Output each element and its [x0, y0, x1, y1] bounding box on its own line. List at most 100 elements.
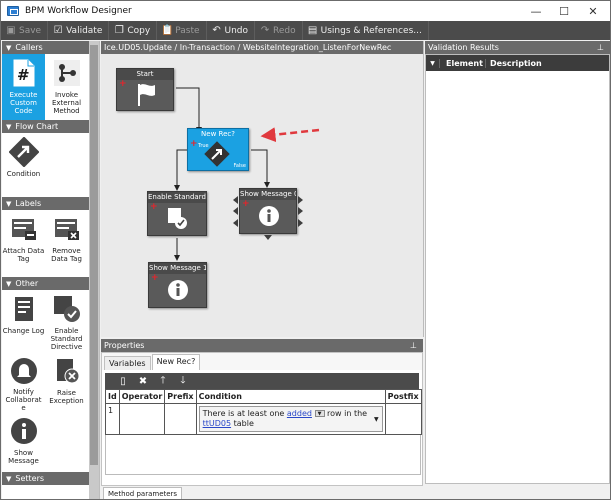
- tool-notify-collaborate[interactable]: Notify Collaborat e: [2, 352, 45, 412]
- column-prefix[interactable]: Prefix: [164, 389, 197, 404]
- start-to-condition-connector: [176, 87, 202, 133]
- column-operator[interactable]: Operator: [118, 389, 166, 404]
- notify-label-line3: e: [21, 404, 26, 412]
- undo-button[interactable]: ↶ Undo: [207, 21, 256, 40]
- cell-id: 1: [105, 403, 120, 435]
- remove-tag-icon: [51, 213, 83, 245]
- properties-footer: Method parameters: [101, 486, 423, 499]
- save-button[interactable]: ▣ Save: [1, 21, 49, 40]
- cell-condition[interactable]: There is at least one added ▼ row in the…: [195, 403, 386, 435]
- red-annotation-arrow: [260, 127, 320, 143]
- undo-icon: ↶: [212, 25, 221, 36]
- save-icon: ▣: [6, 25, 16, 36]
- category-flow-chart[interactable]: ▼ Flow Chart: [2, 120, 89, 133]
- close-button[interactable]: ✕: [578, 1, 608, 21]
- cell-operator[interactable]: [118, 403, 166, 435]
- move-down-icon[interactable]: 🡓: [173, 373, 193, 390]
- table-link[interactable]: ttUD05: [203, 419, 231, 428]
- tool-condition[interactable]: Condition: [2, 133, 45, 197]
- attach-tag-icon: [8, 213, 40, 245]
- bell-icon: [8, 355, 40, 386]
- condition-node-new-rec[interactable]: New Rec? + True False: [187, 128, 249, 171]
- validate-button[interactable]: ☑ Validate: [48, 21, 110, 40]
- references-icon: ▤: [307, 25, 318, 36]
- usings-references-button[interactable]: ▤ Usings & References...: [303, 21, 429, 40]
- tool-remove-data-tag[interactable]: Remove Data Tag: [45, 210, 88, 277]
- show-message-1-node[interactable]: Show Message 1 +: [148, 262, 207, 308]
- cell-prefix[interactable]: [164, 403, 197, 435]
- checkbox-icon: ☑: [53, 25, 63, 36]
- maximize-button[interactable]: ☐: [549, 1, 579, 21]
- chevron-down-icon: ▼: [6, 199, 12, 208]
- paste-button[interactable]: 📋 Paste: [157, 21, 207, 40]
- tool-attach-data-tag[interactable]: Attach Data Tag: [2, 210, 45, 277]
- delete-row-icon[interactable]: ✖: [133, 376, 153, 387]
- start-node[interactable]: Start +: [116, 68, 174, 111]
- category-setters[interactable]: ▼ Setters: [2, 472, 89, 485]
- port-right[interactable]: [298, 207, 303, 215]
- port-right[interactable]: [298, 196, 303, 204]
- paste-icon: 📋: [161, 25, 174, 36]
- condition-editor[interactable]: There is at least one added ▼ row in the…: [198, 406, 383, 432]
- pin-icon[interactable]: ⊥: [597, 41, 604, 54]
- notify-label-line1: Notify: [13, 388, 34, 396]
- tool-raise-exception[interactable]: Raise Exception: [45, 352, 88, 412]
- tab-method-parameters[interactable]: Method parameters: [103, 487, 183, 499]
- column-condition[interactable]: Condition: [195, 389, 386, 404]
- move-up-icon[interactable]: 🡑: [153, 373, 173, 390]
- tool-enable-standard-directive[interactable]: Enable Standard Directive: [45, 290, 88, 352]
- column-id[interactable]: Id: [105, 389, 120, 404]
- redo-button[interactable]: ↷ Redo: [255, 21, 303, 40]
- canvas-breadcrumb: Ice.UD05.Update / In-Transaction / Websi…: [101, 41, 423, 54]
- window-title: BPM Workflow Designer: [25, 6, 132, 16]
- cell-postfix[interactable]: [384, 403, 422, 435]
- tool-invoke-external-method[interactable]: Invoke External Method: [45, 54, 88, 120]
- tab-new-rec[interactable]: New Rec?: [151, 354, 201, 370]
- dropdown-icon[interactable]: ▼: [314, 410, 325, 417]
- red-plus-icon: +: [119, 79, 127, 89]
- category-callers[interactable]: ▼ Callers: [2, 41, 89, 54]
- tab-variables[interactable]: Variables: [104, 356, 151, 370]
- condition-false-connector: [251, 149, 270, 188]
- chevron-down-icon: ▼: [6, 279, 12, 288]
- custom-code-icon: #: [8, 57, 40, 89]
- new-row-icon[interactable]: ▯: [113, 376, 133, 387]
- chevron-down-icon[interactable]: ▼: [374, 415, 379, 425]
- port-left[interactable]: [233, 196, 238, 204]
- canvas-divider: [423, 41, 424, 337]
- red-plus-icon: +: [242, 199, 250, 209]
- column-postfix[interactable]: Postfix: [384, 389, 422, 404]
- copy-button[interactable]: ❐ Copy: [109, 21, 158, 40]
- tool-show-message[interactable]: Show Message: [2, 412, 45, 472]
- port-left[interactable]: [233, 219, 238, 227]
- change-log-icon: [8, 293, 40, 325]
- chevron-down-icon: ▼: [6, 474, 12, 483]
- info-icon: [8, 415, 40, 447]
- port-bottom[interactable]: [264, 235, 272, 240]
- table-row[interactable]: 1 There is at least one added ▼ row in t…: [105, 403, 422, 435]
- added-link[interactable]: added: [287, 409, 312, 418]
- show-message-0-node[interactable]: Show Message 0 +: [239, 188, 297, 234]
- category-labels[interactable]: ▼ Labels: [2, 197, 89, 210]
- minimize-button[interactable]: —: [521, 1, 551, 21]
- properties-header: Properties ⊥: [101, 339, 423, 352]
- toolbox-panel: ▼ Callers # Execute Custom Code Invoke Ex…: [2, 41, 100, 499]
- enable-standard-directive-node[interactable]: Enable Standard D +: [147, 191, 207, 236]
- pin-icon[interactable]: ⊥: [410, 339, 417, 352]
- expand-arrow-icon: ▼: [430, 59, 435, 67]
- port-right[interactable]: [298, 219, 303, 227]
- toolbox-scrollbar[interactable]: [89, 41, 99, 499]
- validation-results-panel: ▼ Element Description: [425, 54, 610, 484]
- column-element[interactable]: Element: [439, 58, 485, 68]
- category-other[interactable]: ▼ Other: [2, 277, 89, 290]
- workflow-canvas[interactable]: Start + New Rec? + True False Enable Sta…: [101, 54, 423, 337]
- validation-results-header: Validation Results ⊥: [425, 41, 610, 54]
- column-description[interactable]: Description: [485, 58, 542, 68]
- tool-execute-custom-code[interactable]: # Execute Custom Code: [2, 54, 45, 120]
- port-left[interactable]: [233, 207, 238, 215]
- scrollbar-thumb[interactable]: [90, 45, 98, 465]
- tool-change-log[interactable]: Change Log: [2, 290, 45, 352]
- redo-icon: ↷: [260, 25, 270, 36]
- chevron-down-icon: ▼: [6, 43, 12, 52]
- external-method-icon: [51, 57, 83, 89]
